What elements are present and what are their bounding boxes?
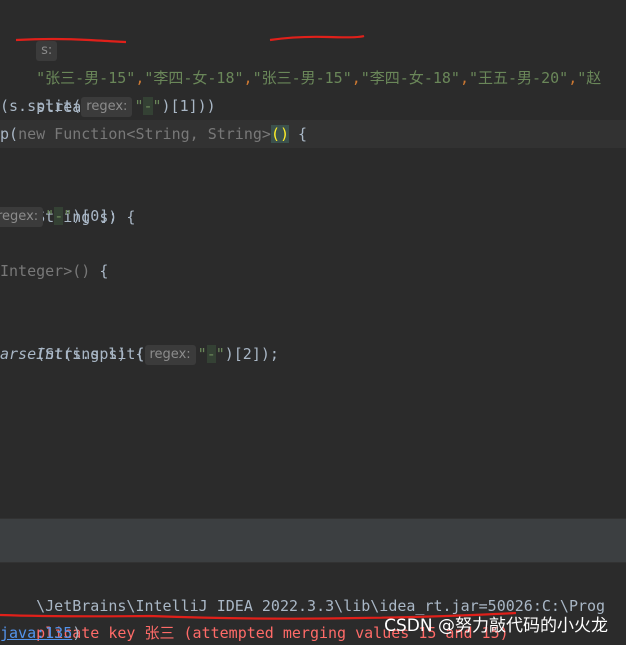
- method-parseInt: arseInt: [0, 345, 64, 363]
- param-hint: s:: [36, 41, 58, 61]
- keyword-new: new: [18, 125, 46, 143]
- code-line-apply-return: regex: "-")[0];: [0, 202, 626, 230]
- param-hint: regex:: [144, 345, 196, 365]
- red-underline-annotation: [15, 37, 127, 44]
- code-line-apply-signature: String s) {: [36, 208, 136, 226]
- code-line-apply-signature-2: (String s) {: [36, 345, 145, 363]
- code-line-parse-int: arseInt(s.split(regex: "-")[2]);: [0, 345, 279, 365]
- run-tool-window-header: [0, 526, 626, 563]
- matched-paren: (): [270, 125, 289, 143]
- param-hint: regex:: [81, 97, 133, 117]
- code-line-key-mapper: (s.split(regex: "-")[1])): [0, 97, 216, 117]
- code-line-stream: stream(): [36, 98, 109, 116]
- console-line-stacktrace: java:135): [0, 624, 82, 642]
- stacktrace-link[interactable]: java:135: [0, 624, 72, 642]
- code-line-function: p(new Function<String, String>() {: [0, 120, 626, 148]
- red-underline-annotation: [269, 34, 365, 42]
- console-line-command: \JetBrains\IntelliJ IDEA 2022.3.3\lib\id…: [36, 597, 606, 615]
- code-editor[interactable]: s: "张三-男-15","李四-女-18","张三-男-15","李四-女-1…: [0, 0, 626, 518]
- code-line-integer-function: Integer>() {: [0, 262, 109, 280]
- watermark-text: CSDN @努力敲代码的小火龙: [384, 616, 608, 636]
- param-hint: regex:: [0, 207, 44, 227]
